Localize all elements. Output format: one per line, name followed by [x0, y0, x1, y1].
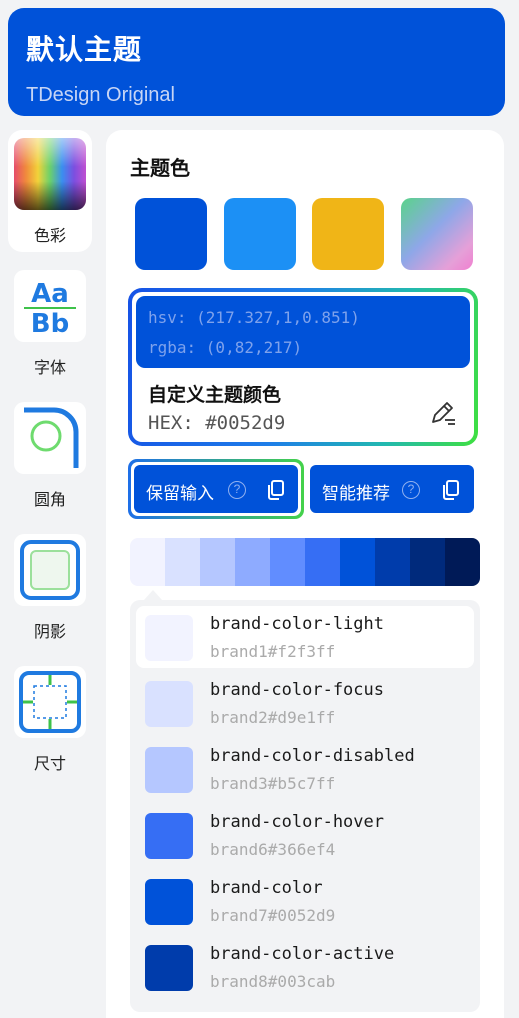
token-swatch [145, 615, 193, 661]
token-name: brand-color-active [210, 944, 395, 964]
palette-step[interactable] [410, 538, 445, 586]
palette-step[interactable] [200, 538, 235, 586]
swatch-gradient[interactable] [401, 198, 473, 270]
keep-input-button-frame: 保留输入 ? [128, 459, 304, 519]
sidebar-item-label: 色彩 [33, 228, 66, 245]
token-row[interactable]: brand-color-focus brand2#d9e1ff [136, 672, 474, 734]
palette-step[interactable] [445, 538, 480, 586]
palette-step[interactable] [340, 538, 375, 586]
token-value: brand8#003cab [210, 972, 336, 991]
palette-step[interactable] [165, 538, 200, 586]
keep-input-label: 保留输入 [146, 484, 214, 503]
palette-step[interactable] [270, 538, 305, 586]
smart-recommend-button[interactable]: 智能推荐 ? [310, 465, 474, 513]
token-value: brand7#0052d9 [210, 906, 336, 925]
svg-text:Bb: Bb [31, 309, 69, 339]
sidebar-item-label: 圆角 [33, 492, 66, 509]
rgba-value: rgba: (0,82,217) [148, 338, 303, 357]
keep-input-button[interactable]: 保留输入 ? [134, 465, 298, 513]
palette-step[interactable] [130, 538, 165, 586]
swatch-blue[interactable] [135, 198, 207, 270]
hex-value: HEX: #0052d9 [148, 412, 286, 434]
sidebar-item-color[interactable]: 色彩 [8, 130, 92, 252]
token-name: brand-color-focus [210, 680, 384, 700]
swatch-sky-blue[interactable] [224, 198, 296, 270]
token-list: brand-color-light brand1#f2f3ff brand-co… [130, 600, 480, 1012]
token-row[interactable]: brand-color brand7#0052d9 [136, 870, 474, 932]
token-value: brand6#366ef4 [210, 840, 336, 859]
token-name: brand-color [210, 878, 323, 898]
sidebar-item-label: 字体 [33, 360, 66, 377]
token-value: brand3#b5c7ff [210, 774, 336, 793]
brand-palette [130, 538, 480, 586]
corner-radius-icon [14, 402, 86, 474]
token-value: brand1#f2f3ff [210, 642, 336, 661]
help-icon[interactable]: ? [228, 481, 246, 499]
copy-icon[interactable] [441, 479, 461, 501]
theme-subtitle: TDesign Original [26, 84, 175, 106]
shadow-icon [14, 534, 86, 606]
sidebar-item-radius[interactable]: 圆角 [8, 394, 92, 516]
svg-text:Aa: Aa [31, 279, 69, 309]
palette-step[interactable] [305, 538, 340, 586]
section-title: 主题色 [130, 158, 190, 180]
smart-recommend-label: 智能推荐 [322, 484, 390, 503]
token-swatch [145, 879, 193, 925]
token-row[interactable]: brand-color-active brand8#003cab [136, 936, 474, 998]
size-icon [14, 666, 86, 738]
custom-color-name: 自定义主题颜色 [148, 385, 282, 406]
font-aa-bb-icon: Aa Bb [14, 270, 86, 342]
edit-icon[interactable] [428, 398, 458, 428]
token-name: brand-color-disabled [210, 746, 415, 766]
palette-pointer [144, 590, 162, 600]
sidebar-item-size[interactable]: 尺寸 [8, 658, 92, 780]
token-name: brand-color-light [210, 614, 384, 634]
hsv-value: hsv: (217.327,1,0.851) [148, 308, 360, 327]
token-swatch [145, 945, 193, 991]
swatch-yellow[interactable] [312, 198, 384, 270]
token-swatch [145, 681, 193, 727]
token-row[interactable]: brand-color-hover brand6#366ef4 [136, 804, 474, 866]
token-row[interactable]: brand-color-disabled brand3#b5c7ff [136, 738, 474, 800]
token-swatch [145, 747, 193, 793]
copy-icon[interactable] [266, 479, 286, 501]
token-value: brand2#d9e1ff [210, 708, 336, 727]
custom-color-card[interactable]: hsv: (217.327,1,0.851) rgba: (0,82,217) … [128, 288, 478, 446]
token-swatch [145, 813, 193, 859]
custom-color-preview: hsv: (217.327,1,0.851) rgba: (0,82,217) [136, 296, 470, 368]
token-name: brand-color-hover [210, 812, 384, 832]
sidebar-item-shadow[interactable]: 阴影 [8, 526, 92, 648]
sidebar-item-label: 阴影 [33, 624, 66, 641]
sidebar-item-label: 尺寸 [33, 756, 66, 773]
color-panel: 主题色 hsv: (217.327,1,0.851) rgba: (0,82,2… [106, 130, 504, 1018]
theme-title: 默认主题 [26, 34, 143, 65]
palette-step[interactable] [375, 538, 410, 586]
theme-header: 默认主题 TDesign Original [8, 8, 505, 116]
help-icon[interactable]: ? [402, 481, 420, 499]
sidebar-item-font[interactable]: Aa Bb 字体 [8, 262, 92, 384]
palette-step[interactable] [235, 538, 270, 586]
token-row[interactable]: brand-color-light brand1#f2f3ff [136, 606, 474, 668]
color-palette-icon [14, 138, 86, 210]
